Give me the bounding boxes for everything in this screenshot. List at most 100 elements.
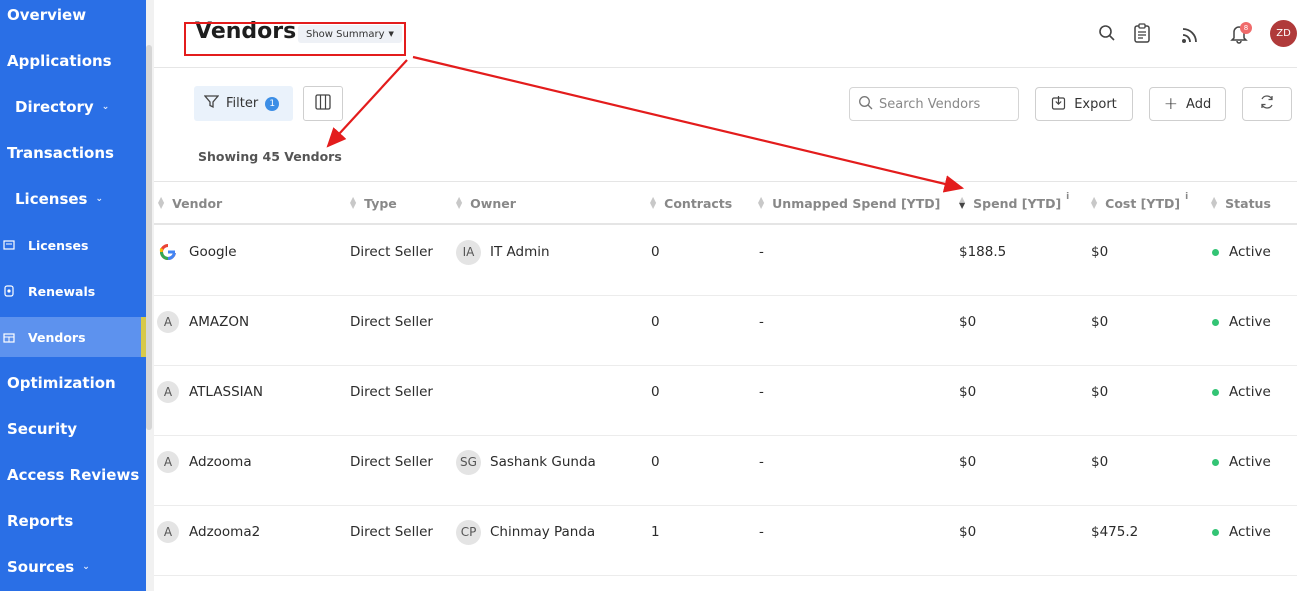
status-dot [1212, 318, 1219, 326]
column-header-type[interactable]: ▲ ▼ Type [350, 182, 397, 224]
sidebar-item-renewals[interactable]: Renewals [0, 271, 146, 311]
sidebar-item-sources[interactable]: Sources ⌄ [0, 547, 146, 587]
column-header-unmapped-spend[interactable]: ▲ ▼ Unmapped Spend [YTD] [758, 182, 940, 224]
search-box [849, 87, 1019, 121]
notification-badge: 8 [1240, 22, 1252, 34]
vendor-name[interactable]: AMAZON [189, 314, 249, 330]
info-icon[interactable]: i [1066, 192, 1069, 202]
vendor-name[interactable]: Adzooma [189, 454, 252, 470]
sidebar-item-vendors[interactable]: Vendors [0, 317, 146, 357]
status-cell: Active [1212, 226, 1271, 278]
column-header-spend[interactable]: ▲ ▼ Spend [YTD] i [959, 182, 1069, 224]
cost-cell: $0 [1091, 314, 1109, 330]
table-row[interactable]: A AMAZON Direct Seller 0 - $0 $0 Active [154, 296, 1297, 366]
columns-icon [315, 93, 331, 114]
unmapped-spend-cell: - [759, 244, 764, 260]
sidebar-item-transactions[interactable]: Transactions [0, 133, 146, 173]
status-dot [1212, 458, 1219, 466]
sort-icon: ▲ ▼ [456, 195, 463, 210]
unmapped-spend-cell: - [759, 524, 764, 540]
info-icon[interactable]: i [1185, 192, 1188, 202]
sort-icon: ▲ ▼ [650, 195, 657, 210]
spend-cell: $0 [959, 384, 977, 400]
vendor-cell: Google [157, 226, 237, 278]
export-button[interactable]: Export [1035, 87, 1133, 121]
sidebar-item-licenses[interactable]: Licenses [0, 225, 146, 265]
table-header: ▲ ▼ Vendor ▲ ▼ Type ▲ ▼ Owner ▲ ▼ Contracts ▲ ▼ Un… [154, 181, 1297, 225]
renewal-icon [2, 284, 16, 298]
vendor-name[interactable]: Google [189, 244, 237, 260]
add-button[interactable]: + Add [1149, 87, 1226, 121]
rss-icon[interactable] [1179, 24, 1201, 46]
filter-button[interactable]: Filter 1 [194, 86, 293, 121]
user-avatar[interactable]: ZD [1270, 20, 1297, 47]
type-cell: Direct Seller [350, 314, 433, 330]
type-cell: Direct Seller [350, 244, 433, 260]
unmapped-spend-cell: - [759, 314, 764, 330]
owner-cell: IA IT Admin [456, 226, 550, 278]
plus-icon: + [1163, 93, 1179, 114]
export-icon [1051, 95, 1066, 114]
sidebar-item-optimization[interactable]: Optimization [0, 363, 146, 403]
cost-cell: $475.2 [1091, 524, 1139, 540]
sidebar-item-licenses-group[interactable]: Licenses ⌄ [0, 179, 146, 219]
table-row[interactable]: Google Direct Seller IA IT Admin 0 - $188… [154, 226, 1297, 296]
status-dot [1212, 388, 1219, 396]
chevron-down-icon: ⌄ [101, 102, 110, 112]
sidebar-item-directory[interactable]: Directory ⌄ [0, 87, 146, 127]
vendor-cell: A Adzooma [157, 436, 252, 488]
status-cell: Active [1212, 436, 1271, 488]
refresh-icon [1259, 94, 1275, 114]
column-header-status[interactable]: ▲ ▼ Status [1211, 182, 1271, 224]
spend-cell: $0 [959, 524, 977, 540]
column-header-contracts[interactable]: ▲ ▼ Contracts [650, 182, 732, 224]
sidebar-item-overview[interactable]: Overview [0, 0, 146, 35]
contracts-cell: 0 [651, 384, 660, 400]
spend-cell: $0 [959, 314, 977, 330]
table-row[interactable]: A Adzooma2 Direct Seller CP Chinmay Panda … [154, 506, 1297, 576]
refresh-button[interactable] [1242, 87, 1292, 121]
column-header-vendor[interactable]: ▲ ▼ Vendor [158, 182, 222, 224]
unmapped-spend-cell: - [759, 384, 764, 400]
columns-button[interactable] [303, 86, 343, 121]
contracts-cell: 1 [651, 524, 660, 540]
spend-cell: $188.5 [959, 244, 1007, 260]
vendor-cell: A ATLASSIAN [157, 366, 263, 418]
vendor-initial-avatar: A [157, 311, 179, 333]
status-cell: Active [1212, 506, 1271, 558]
sidebar-item-reports[interactable]: Reports [0, 501, 146, 541]
contracts-cell: 0 [651, 314, 660, 330]
status-dot [1212, 528, 1219, 536]
owner-cell: CP Chinmay Panda [456, 506, 595, 558]
owner-cell: SG Sashank Gunda [456, 436, 596, 488]
vendor-cell: A Adzooma2 [157, 506, 260, 558]
clipboard-icon[interactable] [1131, 22, 1153, 44]
sort-icon-active: ▲ ▼ [959, 195, 966, 210]
vendor-name[interactable]: Adzooma2 [189, 524, 260, 540]
sort-icon: ▲ ▼ [1211, 195, 1218, 210]
table-row[interactable]: A ATLASSIAN Direct Seller 0 - $0 $0 Activ… [154, 366, 1297, 436]
status-dot [1212, 248, 1219, 256]
column-header-owner[interactable]: ▲ ▼ Owner [456, 182, 516, 224]
search-icon[interactable] [1096, 22, 1118, 44]
vendor-icon [2, 330, 16, 344]
column-header-cost[interactable]: ▲ ▼ Cost [YTD] i [1091, 182, 1188, 224]
search-input[interactable] [879, 96, 1014, 112]
sidebar-scrollbar[interactable] [146, 45, 152, 430]
sort-icon: ▲ ▼ [158, 195, 165, 210]
cost-cell: $0 [1091, 384, 1109, 400]
vendor-initial-avatar: A [157, 521, 179, 543]
vendor-name[interactable]: ATLASSIAN [189, 384, 263, 400]
vendor-count-text: Showing 45 Vendors [198, 149, 342, 164]
sidebar-item-security[interactable]: Security [0, 409, 146, 449]
search-icon [858, 95, 873, 114]
status-cell: Active [1212, 366, 1271, 418]
type-cell: Direct Seller [350, 524, 433, 540]
vendor-initial-avatar: A [157, 451, 179, 473]
sidebar-item-access-reviews[interactable]: Access Reviews [0, 455, 146, 495]
filter-icon [203, 94, 220, 113]
table-row[interactable]: A Adzooma Direct Seller SG Sashank Gunda 0… [154, 436, 1297, 506]
sidebar-item-applications[interactable]: Applications [0, 41, 146, 81]
contracts-cell: 0 [651, 244, 660, 260]
type-cell: Direct Seller [350, 454, 433, 470]
